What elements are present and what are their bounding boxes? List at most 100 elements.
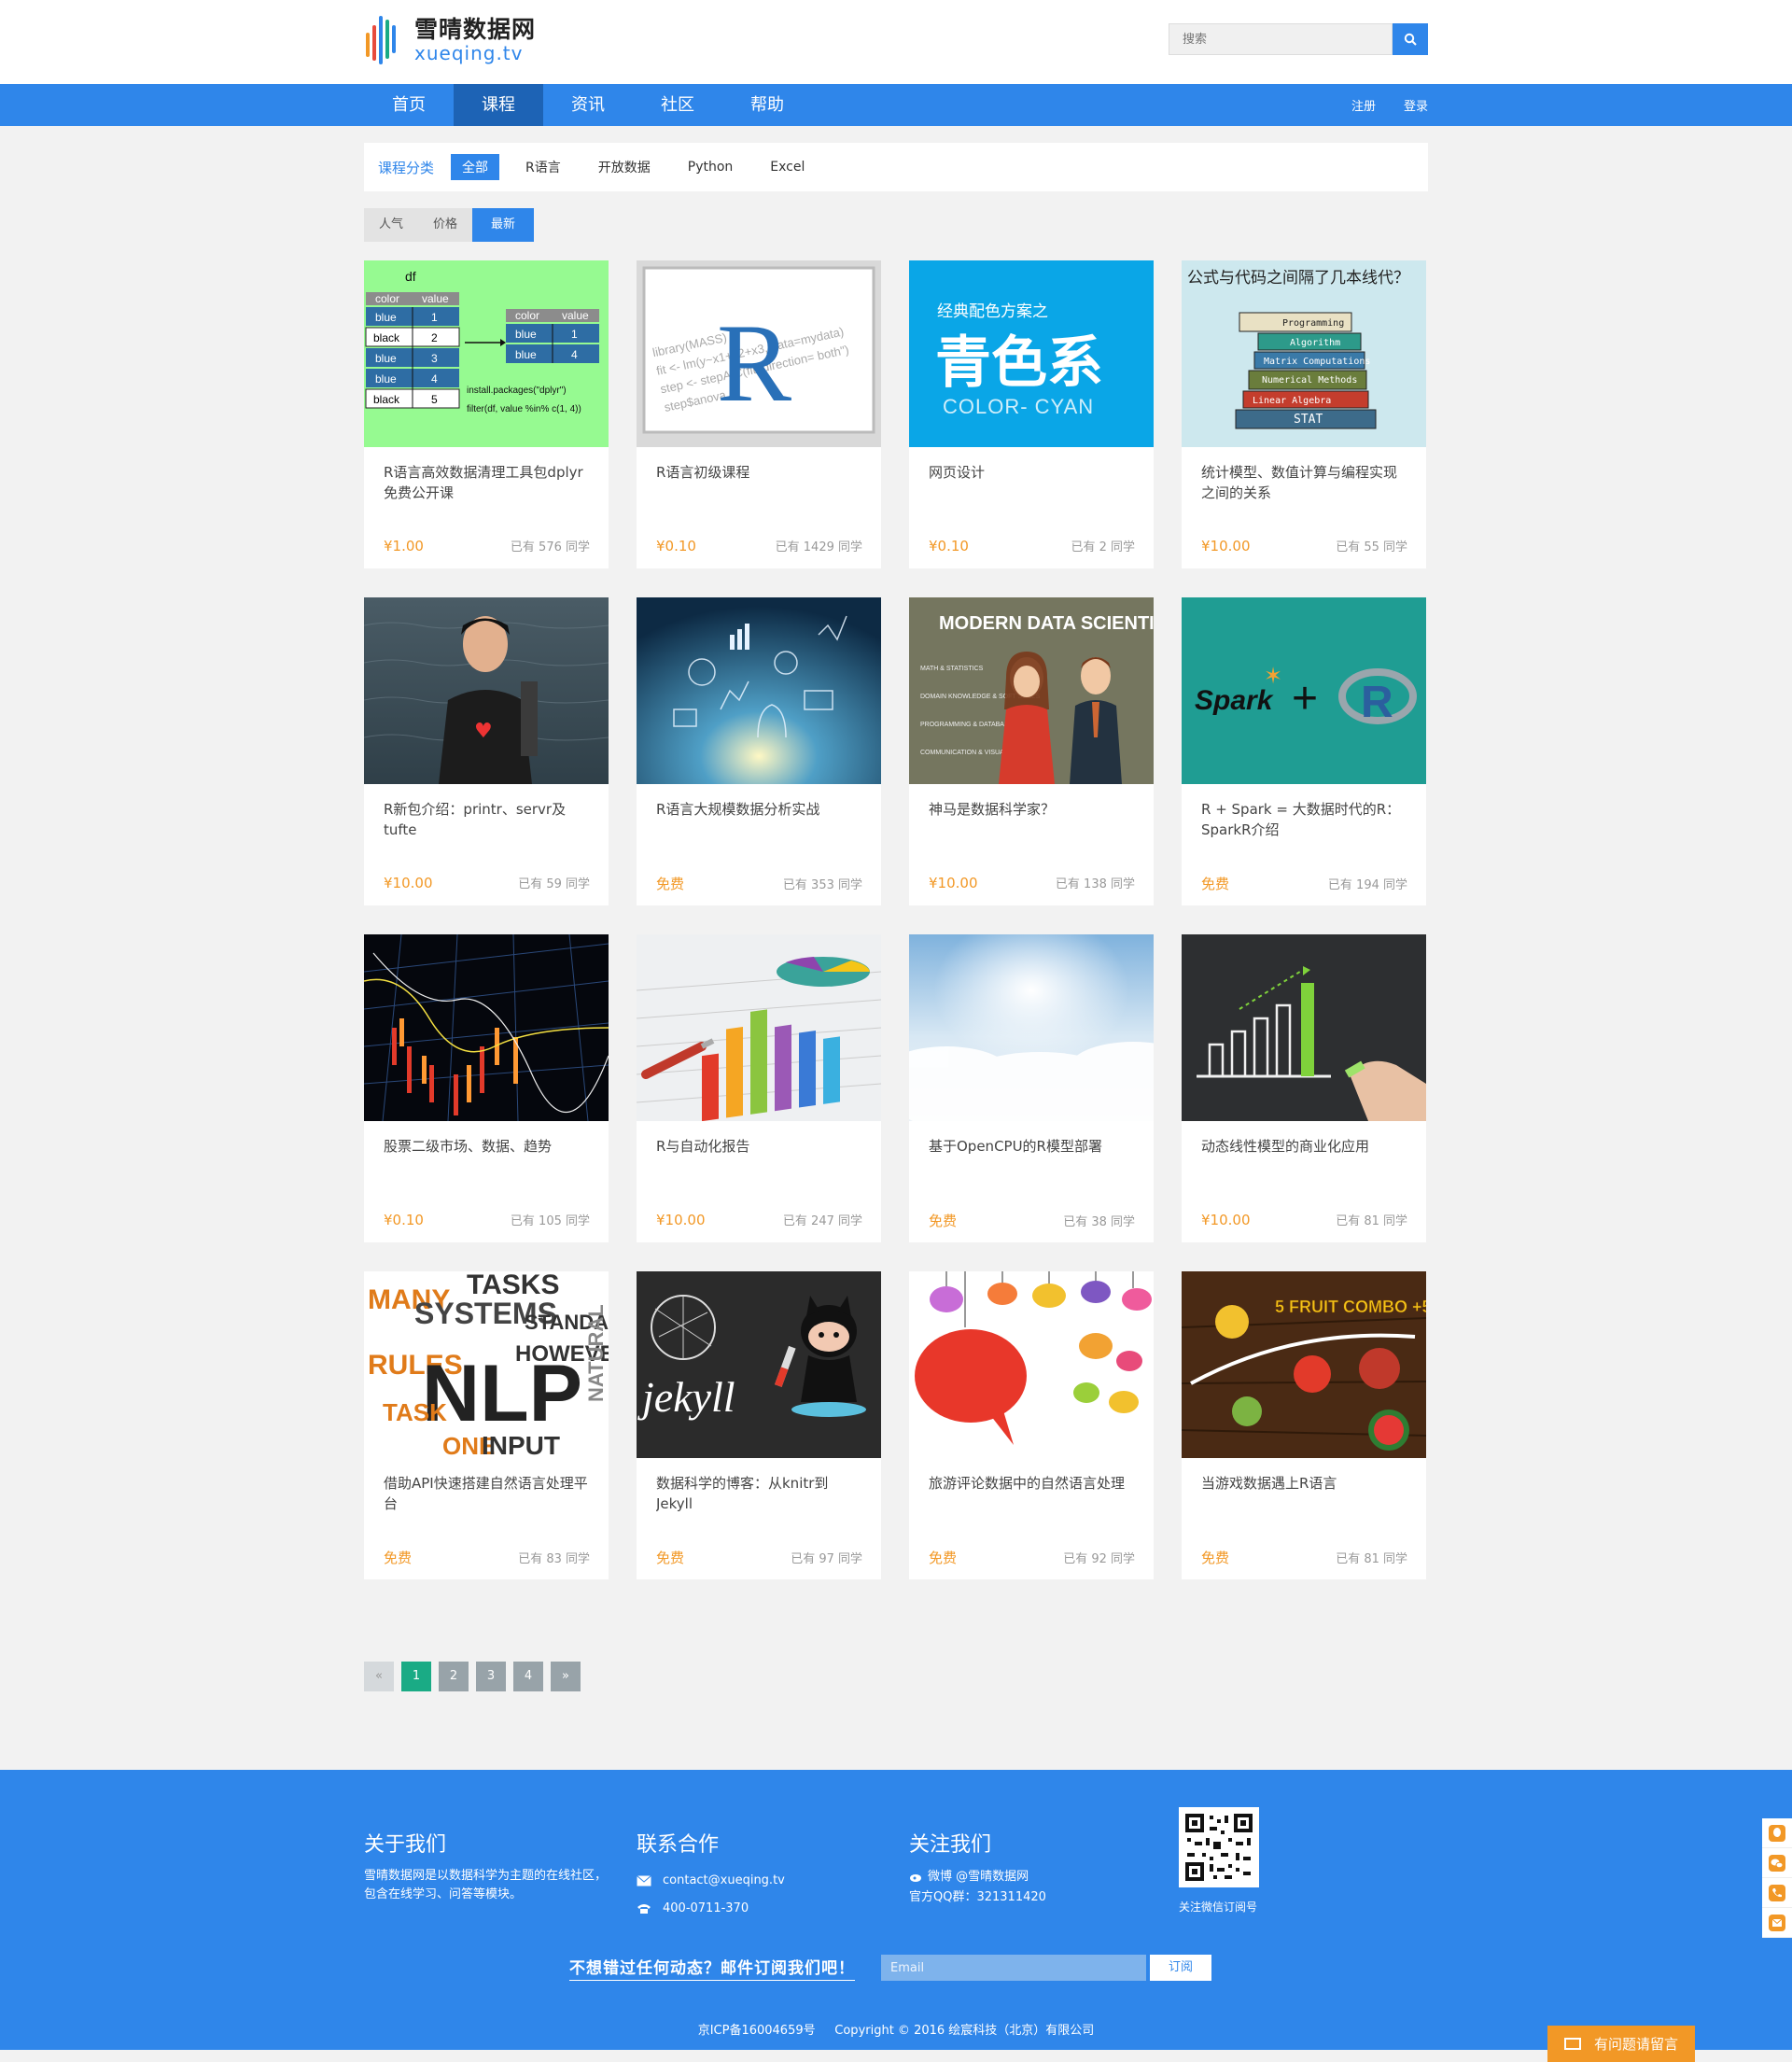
footer-follow-title: 关注我们 — [909, 1833, 992, 1857]
course-title[interactable]: 统计模型、数值计算与编程实现之间的关系 — [1201, 462, 1407, 503]
nav-news[interactable]: 资讯 — [543, 84, 633, 126]
footer-email[interactable]: contact@xueqing.tv — [663, 1867, 785, 1895]
svg-text:公式与代码之间隔了几本线代？: 公式与代码之间隔了几本线代？ — [1187, 269, 1409, 288]
nav-courses[interactable]: 课程 — [454, 84, 543, 126]
sort-popular[interactable]: 人气 — [364, 208, 419, 242]
course-students: 已有 105 同学 — [510, 1214, 590, 1228]
course-card[interactable]: MANY TASKS SYSTEMS RULES NLP HOWEVER STA… — [364, 1271, 609, 1579]
course-title[interactable]: 旅游评论数据中的自然语言处理 — [929, 1473, 1135, 1514]
side-phone-button[interactable] — [1762, 1878, 1792, 1908]
course-card[interactable]: R语言大规模数据分析实战 免费 已有 353 同学 — [637, 597, 881, 905]
register-link[interactable]: 注册 — [1351, 96, 1376, 114]
login-link[interactable]: 登录 — [1404, 96, 1428, 114]
course-card[interactable]: MODERN DATA SCIENTIST MATH & STATISTICS … — [909, 597, 1154, 905]
subscribe-email-input[interactable] — [881, 1955, 1146, 1981]
page-1-button[interactable]: 1 — [401, 1662, 431, 1691]
side-wechat-button[interactable] — [1762, 1848, 1792, 1878]
svg-text:blue: blue — [515, 348, 537, 361]
svg-text:3: 3 — [431, 352, 438, 365]
side-qq-button[interactable] — [1762, 1818, 1792, 1848]
sort-newest[interactable]: 最新 — [472, 208, 535, 242]
category-r[interactable]: R语言 — [514, 154, 572, 180]
course-thumbnail — [909, 1271, 1154, 1458]
course-students: 已有 59 同学 — [518, 877, 590, 891]
course-title[interactable]: 动态线性模型的商业化应用 — [1201, 1136, 1407, 1177]
footer-about-text: 雪晴数据网是以数据科学为主题的在线社区，包含在线学习、问答等模块。 — [364, 1869, 608, 1901]
page-4-button[interactable]: 4 — [513, 1662, 543, 1691]
course-title[interactable]: 当游戏数据遇上R语言 — [1201, 1473, 1407, 1514]
category-python[interactable]: Python — [677, 156, 745, 178]
svg-text:value: value — [422, 292, 449, 305]
nav-home[interactable]: 首页 — [364, 84, 454, 126]
course-card[interactable]: 公式与代码之间隔了几本线代？ STAT Linear Algebra Numer… — [1182, 260, 1426, 568]
course-title[interactable]: 股票二级市场、数据、趋势 — [384, 1136, 590, 1177]
course-card[interactable]: df color value blue 1 black 2 blue 3 blu… — [364, 260, 609, 568]
course-card[interactable]: ♥ R新包介绍：printr、servr及tufte ¥10.00 已有 59 … — [364, 597, 609, 905]
course-title[interactable]: 借助API快速搭建自然语言处理平台 — [384, 1473, 590, 1514]
course-card[interactable]: 旅游评论数据中的自然语言处理 免费 已有 92 同学 — [909, 1271, 1154, 1579]
subscribe-text: 不想错过任何动态？邮件订阅我们吧！ — [569, 1955, 855, 1981]
page-next-button[interactable]: » — [551, 1662, 581, 1691]
svg-text:Algorithm: Algorithm — [1290, 338, 1340, 348]
svg-text:♥: ♥ — [474, 720, 493, 743]
subscribe-button[interactable]: 订阅 — [1150, 1955, 1211, 1981]
svg-text:TASK: TASK — [383, 1398, 447, 1426]
search-box — [1169, 23, 1428, 55]
svg-text:Linear Algebra: Linear Algebra — [1253, 396, 1331, 406]
page-2-button[interactable]: 2 — [439, 1662, 469, 1691]
search-button[interactable] — [1393, 23, 1428, 55]
course-price: 免费 — [929, 1550, 958, 1566]
svg-text:Spark: Spark — [1195, 685, 1274, 716]
category-open-data[interactable]: 开放数据 — [587, 154, 662, 180]
svg-text:filter(df, value %in% c(1, 4)): filter(df, value %in% c(1, 4)) — [467, 404, 581, 414]
course-students: 已有 576 同学 — [510, 540, 590, 554]
page-prev-button[interactable]: « — [364, 1662, 394, 1691]
category-all[interactable]: 全部 — [451, 154, 500, 180]
course-title[interactable]: R语言高效数据清理工具包dplyr免费公开课 — [384, 462, 590, 503]
course-title[interactable]: R语言初级课程 — [656, 462, 862, 503]
course-thumbnail: df color value blue 1 black 2 blue 3 blu… — [364, 260, 609, 447]
course-card[interactable]: library(MASS) fit <- lm(y~x1+x2+x3, data… — [637, 260, 881, 568]
svg-text:4: 4 — [571, 348, 578, 361]
course-card[interactable]: 5 FRUIT COMBO +5 当游戏数据遇上R语言 免费 已有 81 同学 — [1182, 1271, 1426, 1579]
nav-help[interactable]: 帮助 — [722, 84, 812, 126]
course-price: 免费 — [1201, 1550, 1230, 1566]
search-input[interactable] — [1169, 23, 1393, 55]
course-title[interactable]: 网页设计 — [929, 462, 1135, 503]
course-card[interactable]: 基于OpenCPU的R模型部署 免费 已有 38 同学 — [909, 934, 1154, 1242]
course-students: 已有 138 同学 — [1055, 877, 1135, 891]
course-card[interactable]: 股票二级市场、数据、趋势 ¥0.10 已有 105 同学 — [364, 934, 609, 1242]
course-title[interactable]: R新包介绍：printr、servr及tufte — [384, 799, 590, 840]
wechat-qr-code — [1179, 1807, 1259, 1887]
course-title[interactable]: 数据科学的博客：从knitr到Jekyll — [656, 1473, 862, 1514]
feedback-button[interactable]: 有问题请留言 — [1547, 2026, 1695, 2062]
course-card[interactable]: jekyll 数据科学的博客：从knitr到Jekyll 免费 已有 97 同学 — [637, 1271, 881, 1579]
page-3-button[interactable]: 3 — [476, 1662, 506, 1691]
course-card[interactable]: Spark ✶ + R R + Spark = 大数据时代的R：SparkR介绍… — [1182, 597, 1426, 905]
course-card[interactable]: 动态线性模型的商业化应用 ¥10.00 已有 81 同学 — [1182, 934, 1426, 1242]
logo[interactable]: 雪晴数据网 xueqing.tv — [364, 15, 536, 65]
svg-text:STAT: STAT — [1294, 413, 1323, 427]
mail-icon — [637, 1875, 651, 1887]
course-price: 免费 — [656, 876, 685, 892]
nav-community[interactable]: 社区 — [633, 84, 722, 126]
footer-about-title: 关于我们 — [364, 1833, 447, 1857]
course-card[interactable]: 经典配色方案之 青色系 COLOR- CYAN 网页设计 ¥0.10 已有 2 … — [909, 260, 1154, 568]
course-title[interactable]: R与自动化报告 — [656, 1136, 862, 1177]
svg-text:color: color — [375, 292, 399, 305]
course-card[interactable]: R与自动化报告 ¥10.00 已有 247 同学 — [637, 934, 881, 1242]
course-thumbnail: ♥ — [364, 597, 609, 784]
course-title[interactable]: 基于OpenCPU的R模型部署 — [929, 1136, 1135, 1177]
course-price: 免费 — [1201, 876, 1230, 892]
course-title[interactable]: R + Spark = 大数据时代的R：SparkR介绍 — [1201, 799, 1407, 840]
footer: 关于我们 雪晴数据网是以数据科学为主题的在线社区，包含在线学习、问答等模块。 联… — [0, 1770, 1792, 2050]
course-thumbnail: MODERN DATA SCIENTIST MATH & STATISTICS … — [909, 597, 1154, 784]
footer-weibo[interactable]: 微博 @雪晴数据网 — [928, 1867, 1029, 1887]
icp-number: 京ICP备16004659号 — [697, 2024, 816, 2038]
course-title[interactable]: R语言大规模数据分析实战 — [656, 799, 862, 840]
side-mail-button[interactable] — [1762, 1908, 1792, 1938]
course-title[interactable]: 神马是数据科学家？ — [929, 799, 1135, 840]
course-price: 免费 — [384, 1550, 413, 1566]
category-excel[interactable]: Excel — [759, 156, 816, 178]
sort-price[interactable]: 价格 — [418, 208, 473, 242]
